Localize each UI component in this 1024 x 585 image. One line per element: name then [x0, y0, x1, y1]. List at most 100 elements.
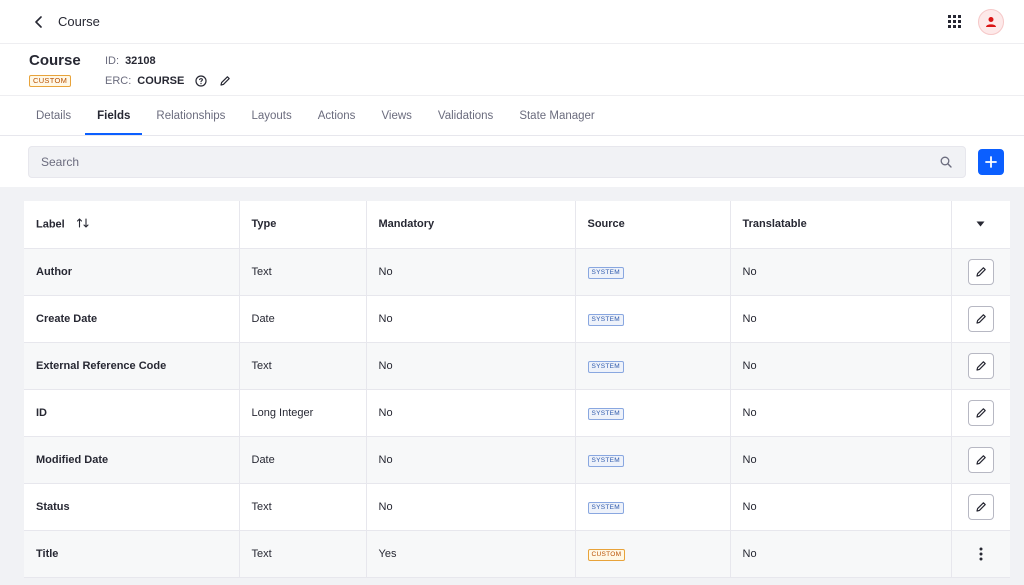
column-header-label[interactable]: Label — [24, 201, 240, 249]
cell-type: Long Integer — [239, 389, 367, 437]
sort-button[interactable] — [76, 218, 90, 231]
tab-layouts[interactable]: Layouts — [239, 110, 303, 135]
fields-content: Label Type Mandatory Source Translatable — [0, 187, 1024, 585]
source-badge: CUSTOM — [587, 548, 626, 561]
avatar[interactable] — [978, 8, 1004, 35]
edit-button[interactable] — [967, 258, 994, 285]
search-input[interactable] — [41, 155, 939, 169]
cell-type: Date — [239, 436, 367, 484]
cell-type: Text — [239, 530, 367, 578]
cell-mandatory: No — [366, 295, 576, 343]
erc-value: COURSE — [137, 74, 185, 87]
ellipsis-vertical-icon — [979, 547, 983, 560]
cell-translatable: No — [730, 483, 952, 531]
cell-source: SYSTEM — [575, 436, 731, 484]
cell-type: Text — [239, 248, 367, 296]
cell-type: Date — [239, 295, 367, 343]
erc-help-button[interactable] — [194, 74, 208, 88]
erc-row: ERC: COURSE — [105, 72, 232, 89]
pencil-icon — [976, 454, 986, 465]
cell-source: CUSTOM — [575, 530, 731, 578]
id-value: 32108 — [125, 54, 156, 67]
table-row[interactable]: ID Long Integer No SYSTEM No — [24, 389, 1010, 437]
fields-table: Label Type Mandatory Source Translatable — [24, 201, 1010, 578]
cell-source: SYSTEM — [575, 342, 731, 390]
pencil-icon — [220, 75, 231, 86]
erc-label: ERC: — [105, 74, 132, 87]
table-header-row: Label Type Mandatory Source Translatable — [24, 201, 1011, 249]
column-header-translatable: Translatable — [730, 201, 952, 249]
custom-badge: CUSTOM — [29, 75, 72, 87]
search-button[interactable] — [939, 155, 953, 169]
cell-translatable: No — [730, 248, 952, 296]
caret-down-icon — [976, 221, 985, 227]
source-badge: SYSTEM — [587, 266, 625, 279]
cell-mandatory: Yes — [366, 530, 576, 578]
top-bar: Course — [0, 0, 1024, 44]
edit-button[interactable] — [967, 305, 994, 332]
tab-state-manager[interactable]: State Manager — [507, 110, 606, 135]
pencil-icon — [976, 407, 986, 418]
cell-type: Text — [239, 342, 367, 390]
source-badge: SYSTEM — [587, 360, 625, 373]
column-header-actions — [951, 201, 1011, 249]
cell-source: SYSTEM — [575, 483, 731, 531]
apps-button[interactable] — [946, 14, 962, 30]
table-row[interactable]: Title Text Yes CUSTOM No — [24, 530, 1010, 578]
cell-mandatory: No — [366, 389, 576, 437]
cell-source: SYSTEM — [575, 389, 731, 437]
back-button[interactable] — [32, 15, 46, 29]
search-row — [0, 136, 1024, 188]
edit-button[interactable] — [967, 352, 994, 379]
plus-icon — [985, 156, 997, 168]
cell-actions — [951, 295, 1010, 343]
table-row[interactable]: Create Date Date No SYSTEM No — [24, 295, 1010, 343]
cell-mandatory: No — [366, 342, 576, 390]
cell-actions — [951, 389, 1010, 437]
edit-button[interactable] — [967, 446, 994, 473]
sort-icon — [76, 218, 89, 228]
cell-label: Modified Date — [24, 436, 240, 484]
cell-source: SYSTEM — [575, 248, 731, 296]
cell-actions — [951, 248, 1010, 296]
add-field-button[interactable] — [978, 149, 1004, 175]
pencil-icon — [976, 266, 986, 277]
cell-label: ID — [24, 389, 240, 437]
topbar-actions — [946, 8, 1004, 35]
pencil-icon — [976, 313, 986, 324]
cell-translatable: No — [730, 436, 952, 484]
cell-actions — [951, 483, 1010, 531]
table-row[interactable]: External Reference Code Text No SYSTEM N… — [24, 342, 1010, 390]
cell-actions — [951, 436, 1010, 484]
cell-mandatory: No — [366, 483, 576, 531]
table-row[interactable]: Status Text No SYSTEM No — [24, 483, 1010, 531]
table-row[interactable]: Author Text No SYSTEM No — [24, 248, 1010, 296]
tab-views[interactable]: Views — [369, 110, 423, 135]
tab-validations[interactable]: Validations — [426, 110, 505, 135]
cell-actions — [951, 530, 1010, 578]
cell-translatable: No — [730, 389, 952, 437]
cell-label: Author — [24, 248, 240, 296]
source-badge: SYSTEM — [587, 407, 625, 420]
tab-relationships[interactable]: Relationships — [144, 110, 237, 135]
column-header-source: Source — [575, 201, 731, 249]
tab-details[interactable]: Details — [24, 110, 83, 135]
column-menu-button[interactable] — [952, 221, 1011, 227]
edit-button[interactable] — [967, 399, 994, 426]
column-header-type: Type — [239, 201, 367, 249]
page-title: Course — [58, 14, 100, 29]
cell-mandatory: No — [366, 248, 576, 296]
kebab-menu-button[interactable] — [971, 541, 991, 567]
cell-actions — [951, 342, 1010, 390]
table-row[interactable]: Modified Date Date No SYSTEM No — [24, 436, 1010, 484]
cell-translatable: No — [730, 342, 952, 390]
user-icon — [986, 16, 996, 27]
edit-button[interactable] — [967, 493, 994, 520]
grid-icon — [947, 15, 961, 28]
source-badge: SYSTEM — [587, 313, 625, 326]
erc-edit-button[interactable] — [218, 74, 232, 88]
cell-label: Status — [24, 483, 240, 531]
tab-fields[interactable]: Fields — [85, 110, 143, 135]
tab-actions[interactable]: Actions — [306, 110, 368, 135]
object-name-block: Course CUSTOM — [29, 52, 105, 95]
